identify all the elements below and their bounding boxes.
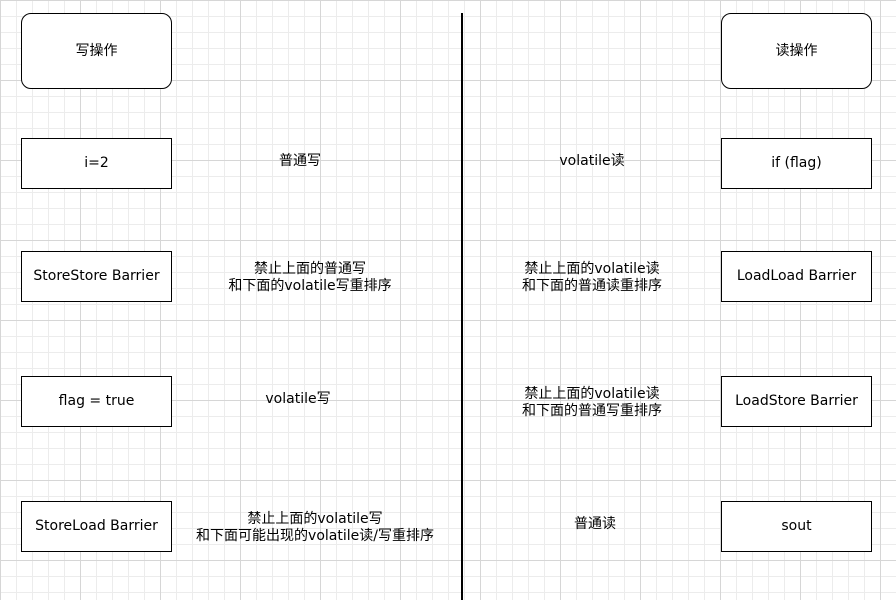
write-step-note-storestore: 禁止上面的普通写 和下面的volatile写重排序: [228, 261, 392, 294]
write-step-note-volatile-write: volatile写: [265, 391, 331, 407]
read-step-note-loadstore: 禁止上面的volatile读 和下面的普通写重排序: [522, 386, 662, 419]
write-step-box-flag-assign: flag = true: [21, 376, 172, 427]
read-step-note-loadload: 禁止上面的volatile读 和下面的普通读重排序: [522, 261, 662, 294]
read-step-box-loadload-barrier: LoadLoad Barrier: [721, 251, 872, 302]
read-step-box-loadstore-barrier: LoadStore Barrier: [721, 376, 872, 427]
write-step-box-storeload-barrier: StoreLoad Barrier: [21, 501, 172, 552]
read-operation-header-label: 读操作: [775, 42, 818, 59]
write-step-note-normal-write: 普通写: [279, 153, 321, 169]
read-step-box-label: LoadLoad Barrier: [736, 268, 857, 285]
read-step-box-if-flag: if (flag): [721, 138, 872, 189]
write-operation-header: 写操作: [21, 13, 172, 89]
write-step-box-label: flag = true: [58, 393, 135, 410]
write-operation-header-label: 写操作: [75, 42, 118, 59]
side-divider-line: [461, 13, 463, 600]
read-step-box-label: LoadStore Barrier: [735, 393, 858, 410]
read-operation-header: 读操作: [721, 13, 872, 89]
read-step-note-volatile-read: volatile读: [559, 153, 625, 169]
read-step-box-label: if (flag): [771, 155, 822, 172]
write-step-box-assign-i: i=2: [21, 138, 172, 189]
write-step-box-storestore-barrier: StoreStore Barrier: [21, 251, 172, 302]
read-step-box-label: sout: [781, 518, 812, 535]
write-step-note-storeload: 禁止上面的volatile写 和下面可能出现的volatile读/写重排序: [196, 511, 434, 544]
write-step-box-label: i=2: [84, 155, 109, 172]
read-step-box-sout: sout: [721, 501, 872, 552]
read-step-note-normal-read: 普通读: [574, 516, 616, 532]
write-step-box-label: StoreStore Barrier: [33, 268, 160, 285]
write-step-box-label: StoreLoad Barrier: [35, 518, 158, 535]
